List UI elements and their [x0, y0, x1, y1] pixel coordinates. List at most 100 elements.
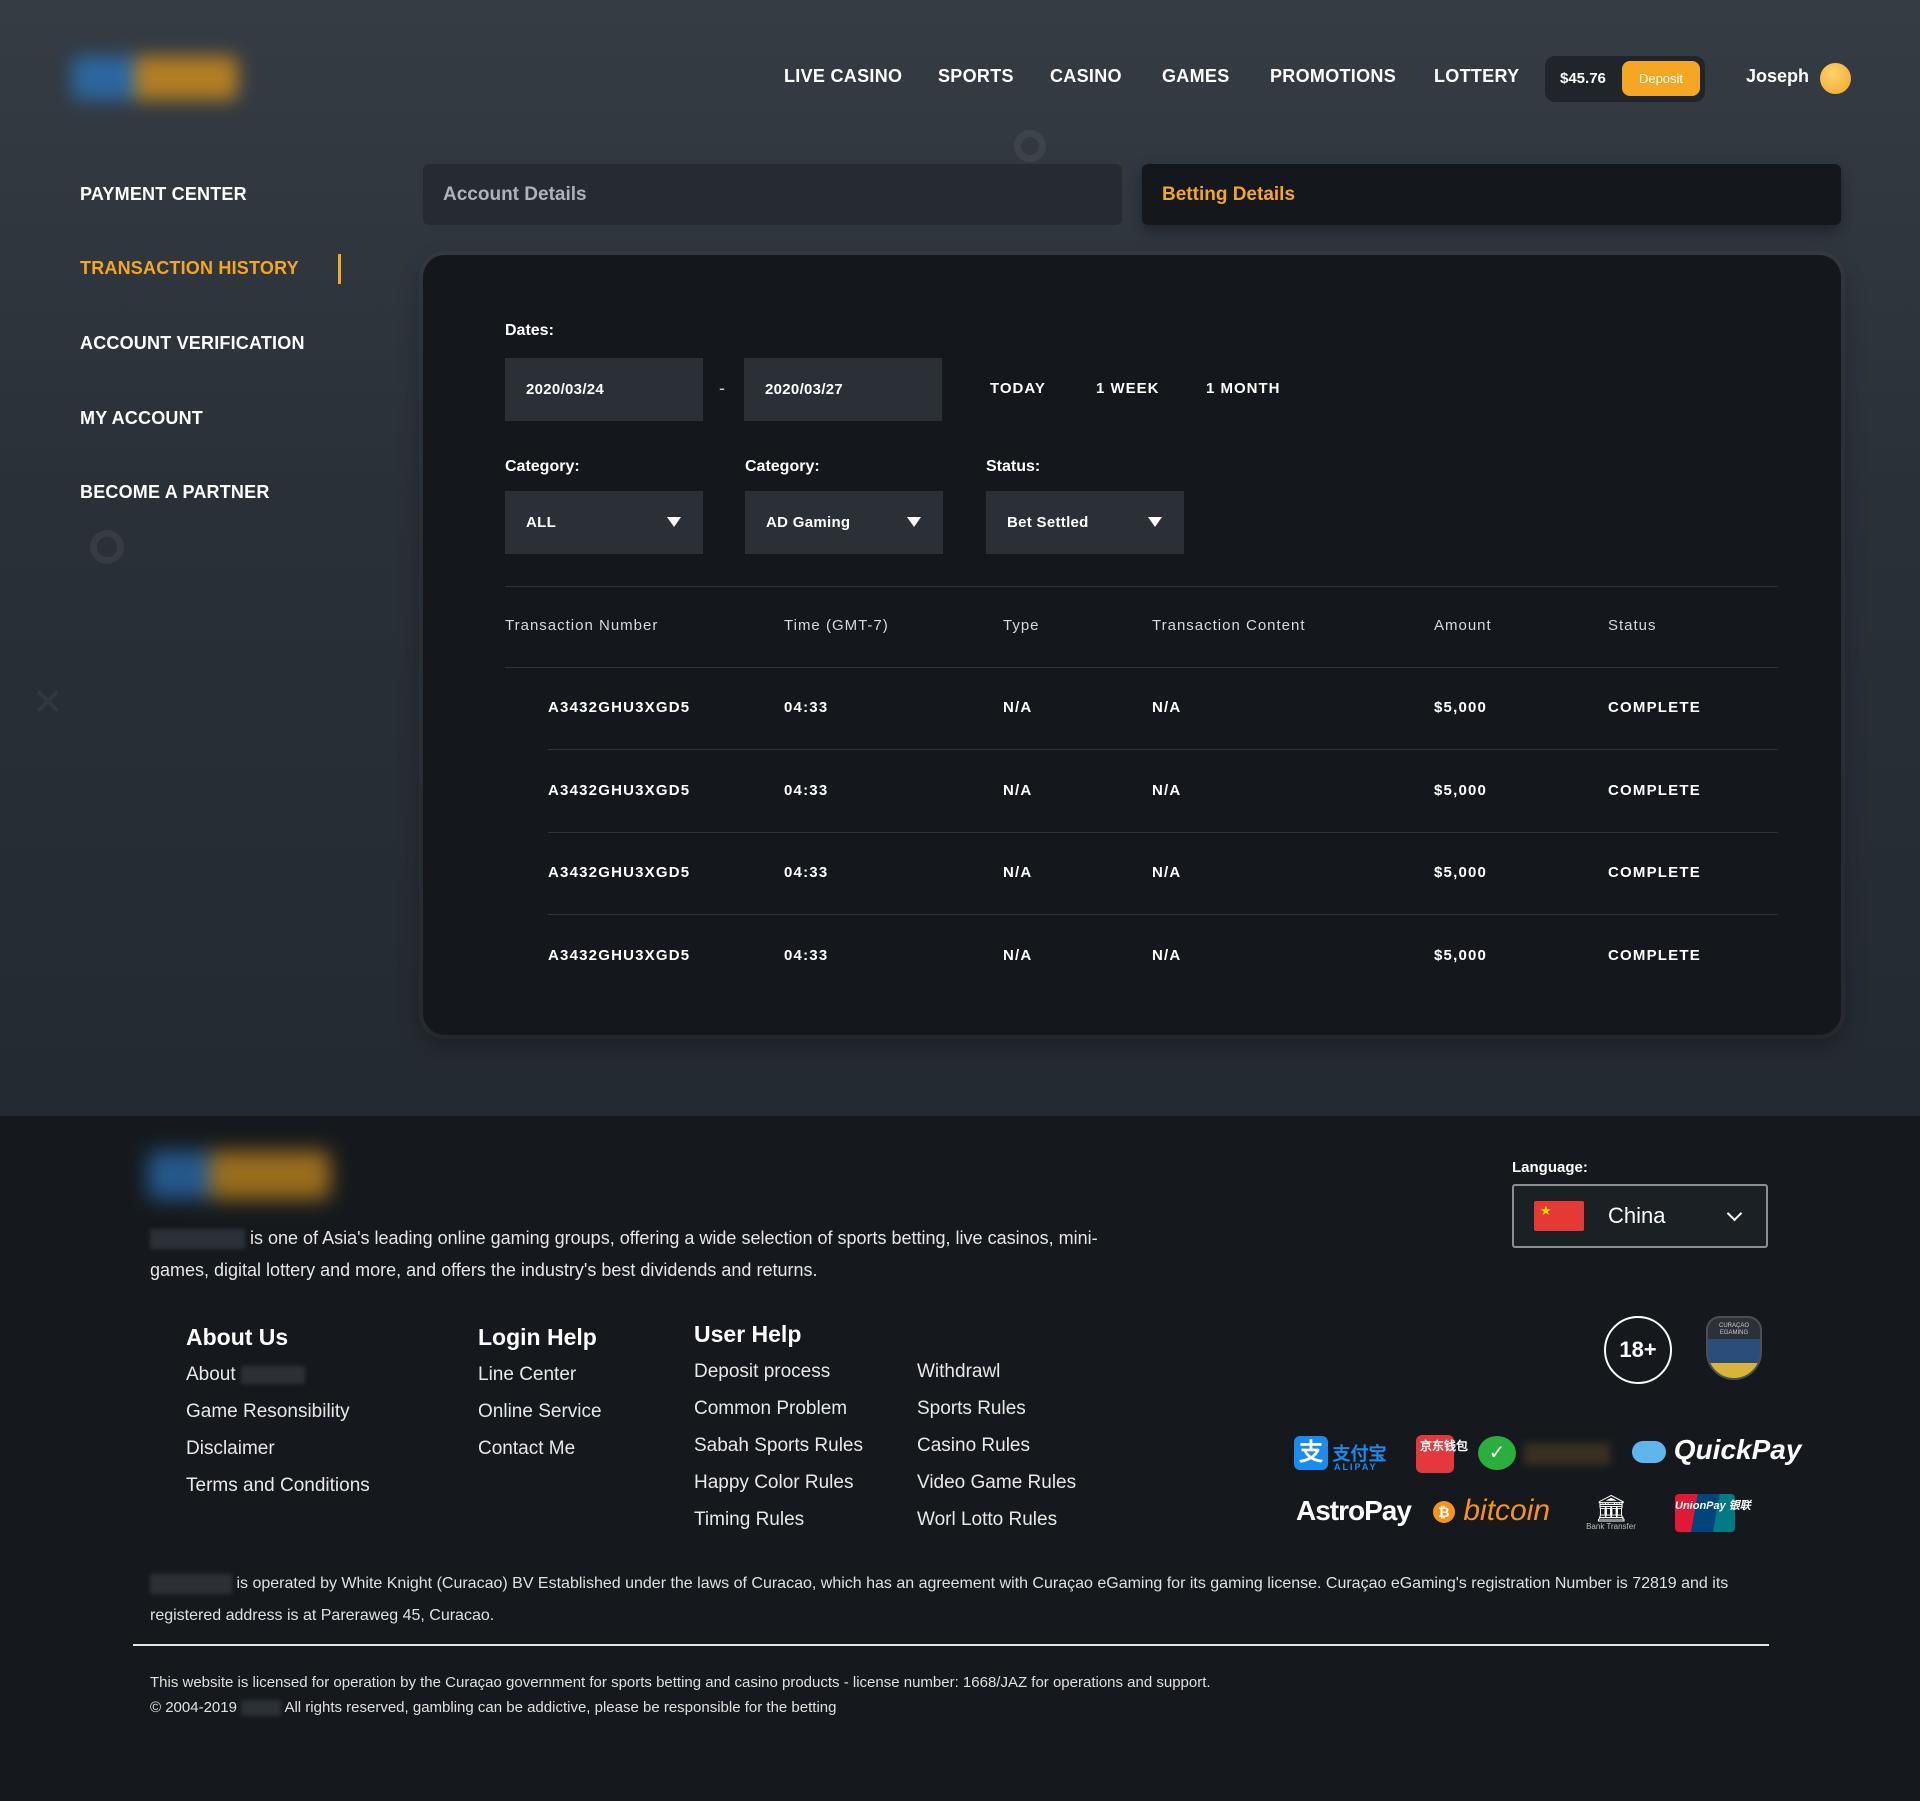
footer-link-casino-rules[interactable]: Casino Rules — [917, 1435, 1030, 1457]
nav-live-casino[interactable]: LIVE CASINO — [784, 66, 902, 87]
footer-link-disclaimer[interactable]: Disclaimer — [186, 1438, 275, 1460]
logo[interactable] — [72, 56, 238, 100]
decor-ring — [90, 530, 124, 564]
footer-link-contact-me[interactable]: Contact Me — [478, 1438, 575, 1460]
status-select-value: Bet Settled — [1007, 514, 1089, 531]
footer-link-terms[interactable]: Terms and Conditions — [186, 1475, 370, 1497]
cell-type: N/A — [1003, 864, 1033, 881]
deposit-button[interactable]: Deposit — [1622, 61, 1700, 96]
quickpay-label: QuickPay — [1673, 1434, 1802, 1465]
redacted-brand — [240, 1365, 305, 1384]
table-row[interactable]: A3432GHU3XGD5 04:33 N/A N/A $5,000 COMPL… — [505, 833, 1778, 915]
username[interactable]: Joseph — [1746, 66, 1809, 87]
footer-link-common-problem[interactable]: Common Problem — [694, 1398, 847, 1420]
cell-transaction-number: A3432GHU3XGD5 — [548, 864, 691, 881]
bitcoin-label: bitcoin — [1463, 1494, 1551, 1527]
cell-type: N/A — [1003, 699, 1033, 716]
copyright-block: This website is licensed for operation b… — [150, 1670, 1211, 1720]
table-row[interactable]: A3432GHU3XGD5 04:33 N/A N/A $5,000 COMPL… — [505, 668, 1778, 750]
cell-amount: $5,000 — [1434, 864, 1488, 881]
cell-time: 04:33 — [784, 699, 829, 716]
legal-notice: is operated by White Knight (Curacao) BV… — [150, 1568, 1770, 1632]
cell-amount: $5,000 — [1434, 699, 1488, 716]
date-to-input[interactable]: 2020/03/27 — [744, 358, 942, 421]
category-select[interactable]: ALL — [505, 491, 703, 554]
alipay-sub-label: ALIPAY — [1334, 1462, 1378, 1472]
cell-amount: $5,000 — [1434, 947, 1488, 964]
cell-status: COMPLETE — [1608, 947, 1701, 964]
bitcoin-icon: ₿ bitcoin — [1433, 1494, 1550, 1528]
sidebar-item-become-partner[interactable]: BECOME A PARTNER — [80, 482, 270, 503]
provider-category-select[interactable]: AD Gaming — [745, 491, 943, 554]
footer: is one of Asia's leading online gaming g… — [0, 1116, 1920, 1801]
status-select[interactable]: Bet Settled — [986, 491, 1184, 554]
cell-type: N/A — [1003, 947, 1033, 964]
quickpay-icon: QuickPay — [1632, 1434, 1801, 1466]
footer-link-line-center[interactable]: Line Center — [478, 1364, 576, 1386]
nav-games[interactable]: GAMES — [1162, 66, 1230, 87]
dates-label: Dates: — [505, 322, 554, 339]
range-1month-button[interactable]: 1 MONTH — [1206, 380, 1281, 397]
footer-logo[interactable] — [148, 1151, 330, 1199]
balance: $45.76 — [1560, 70, 1606, 87]
range-today-button[interactable]: TODAY — [990, 380, 1046, 397]
col-type: Type — [1003, 617, 1040, 634]
decor-cross-icon: ✕ — [32, 682, 64, 724]
footer-link-happy-color-rules[interactable]: Happy Color Rules — [694, 1472, 853, 1494]
redacted-payment-logo — [1524, 1443, 1610, 1465]
provider-category-label: Category: — [745, 458, 820, 475]
table-row[interactable]: A3432GHU3XGD5 04:33 N/A N/A $5,000 COMPL… — [505, 916, 1778, 998]
language-select[interactable]: ★ China — [1512, 1184, 1768, 1248]
sidebar-item-transaction-history[interactable]: TRANSACTION HISTORY — [80, 258, 299, 279]
age-restriction-badge: 18+ — [1604, 1316, 1672, 1384]
copyright-line: © 2004-2019 All rights reserved, gamblin… — [150, 1695, 1211, 1720]
copyright-suffix: All rights reserved, gambling can be add… — [284, 1699, 837, 1716]
jd-wallet-icon: 京东钱包 — [1416, 1435, 1468, 1473]
cell-transaction-number: A3432GHU3XGD5 — [548, 947, 691, 964]
cell-content: N/A — [1152, 782, 1182, 799]
cell-status: COMPLETE — [1608, 864, 1701, 881]
footer-description: is one of Asia's leading online gaming g… — [150, 1222, 1110, 1286]
footer-link-sports-rules[interactable]: Sports Rules — [917, 1398, 1026, 1420]
sidebar-item-my-account[interactable]: MY ACCOUNT — [80, 408, 203, 429]
category-select-value: ALL — [526, 514, 557, 531]
footer-link-game-responsibility[interactable]: Game Resonsibility — [186, 1401, 350, 1423]
nav-casino[interactable]: CASINO — [1050, 66, 1122, 87]
betting-details-panel: Dates: 2020/03/24 - 2020/03/27 TODAY 1 W… — [423, 255, 1841, 1035]
footer-link-online-service[interactable]: Online Service — [478, 1401, 602, 1423]
footer-link-lotto-rules[interactable]: Worl Lotto Rules — [917, 1509, 1057, 1531]
bank-transfer-label: Bank Transfer — [1586, 1522, 1636, 1531]
avatar[interactable] — [1820, 63, 1851, 94]
nav-lottery[interactable]: LOTTERY — [1434, 66, 1519, 87]
alipay-label: 支付宝 — [1332, 1444, 1387, 1464]
col-time: Time (GMT-7) — [784, 617, 889, 634]
sidebar-item-payment-center[interactable]: PAYMENT CENTER — [80, 184, 247, 205]
language-label: Language: — [1512, 1159, 1588, 1176]
footer-link-sabah-sports-rules[interactable]: Sabah Sports Rules — [694, 1435, 863, 1457]
nav-sports[interactable]: SPORTS — [938, 66, 1014, 87]
tab-betting-details[interactable]: Betting Details — [1142, 164, 1841, 225]
main-area: ✕ LIVE CASINO SPORTS CASINO GAMES PROMOT… — [0, 0, 1920, 1116]
astropay-icon: AstroPay — [1296, 1495, 1412, 1526]
curacao-egaming-seal-icon[interactable]: CURAÇAO EGAMING — [1706, 1316, 1762, 1380]
footer-link-deposit-process[interactable]: Deposit process — [694, 1361, 830, 1383]
tab-account-details[interactable]: Account Details — [423, 164, 1122, 225]
divider — [548, 749, 1778, 750]
footer-link-video-game-rules[interactable]: Video Game Rules — [917, 1472, 1076, 1494]
col-status: Status — [1608, 617, 1657, 634]
language-value: China — [1608, 1203, 1666, 1228]
date-from-input[interactable]: 2020/03/24 — [505, 358, 703, 421]
sidebar-item-account-verification[interactable]: ACCOUNT VERIFICATION — [80, 333, 305, 354]
col-amount: Amount — [1434, 617, 1492, 634]
cell-content: N/A — [1152, 947, 1182, 964]
cell-type: N/A — [1003, 782, 1033, 799]
provider-category-value: AD Gaming — [766, 514, 851, 531]
footer-link-withdrawl[interactable]: Withdrawl — [917, 1361, 1000, 1383]
nav-promotions[interactable]: PROMOTIONS — [1270, 66, 1396, 87]
cell-time: 04:33 — [784, 782, 829, 799]
table-row[interactable]: A3432GHU3XGD5 04:33 N/A N/A $5,000 COMPL… — [505, 751, 1778, 833]
footer-link-about[interactable]: About — [186, 1364, 305, 1386]
range-1week-button[interactable]: 1 WEEK — [1096, 380, 1160, 397]
footer-link-timing-rules[interactable]: Timing Rules — [694, 1509, 804, 1531]
copyright-prefix: © 2004-2019 — [150, 1699, 237, 1716]
